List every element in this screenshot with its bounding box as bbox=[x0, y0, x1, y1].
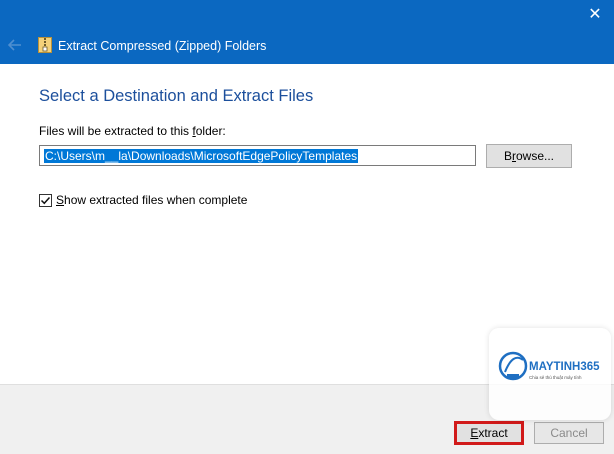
browse-label-post: owse... bbox=[516, 149, 555, 163]
maytinh365-logo: MAYTINH365 Chia sẻ thủ thuật máy tính bbox=[498, 351, 600, 381]
window-title: Extract Compressed (Zipped) Folders bbox=[58, 39, 267, 53]
destination-path-value: C:\Users\m__la\Downloads\MicrosoftEdgePo… bbox=[44, 149, 359, 163]
destination-label-rest: older: bbox=[195, 124, 226, 138]
close-icon[interactable]: ✕ bbox=[584, 4, 606, 26]
destination-label-text: Files will be extracted to this bbox=[39, 124, 193, 138]
browse-button[interactable]: Browse... bbox=[486, 144, 572, 168]
extract-label-post: xtract bbox=[478, 426, 508, 440]
browse-label-pre: B bbox=[503, 149, 512, 163]
watermark-logo: MAYTINH365 Chia sẻ thủ thuật máy tính bbox=[489, 328, 611, 420]
zip-folder-icon bbox=[38, 37, 52, 53]
svg-text:Chia sẻ thủ thuật máy tính: Chia sẻ thủ thuật máy tính bbox=[529, 374, 582, 380]
show-files-checkbox[interactable] bbox=[39, 194, 52, 207]
extract-button[interactable]: Extract bbox=[454, 421, 524, 445]
title-bar: ✕ Extract Compressed (Zipped) Folders bbox=[0, 0, 614, 64]
destination-path-input[interactable]: C:\Users\m__la\Downloads\MicrosoftEdgePo… bbox=[39, 145, 476, 166]
svg-text:MAYTINH365: MAYTINH365 bbox=[529, 361, 600, 373]
back-arrow-icon[interactable] bbox=[6, 36, 24, 54]
destination-label: Files will be extracted to this folder: bbox=[39, 124, 226, 138]
show-files-label[interactable]: Show extracted files when complete bbox=[56, 193, 247, 208]
page-heading: Select a Destination and Extract Files bbox=[39, 87, 314, 105]
show-files-accel: S bbox=[56, 193, 65, 207]
cancel-button[interactable]: Cancel bbox=[534, 422, 604, 444]
checkmark-icon bbox=[40, 196, 51, 205]
show-files-text: how extracted files when complete bbox=[64, 193, 248, 207]
